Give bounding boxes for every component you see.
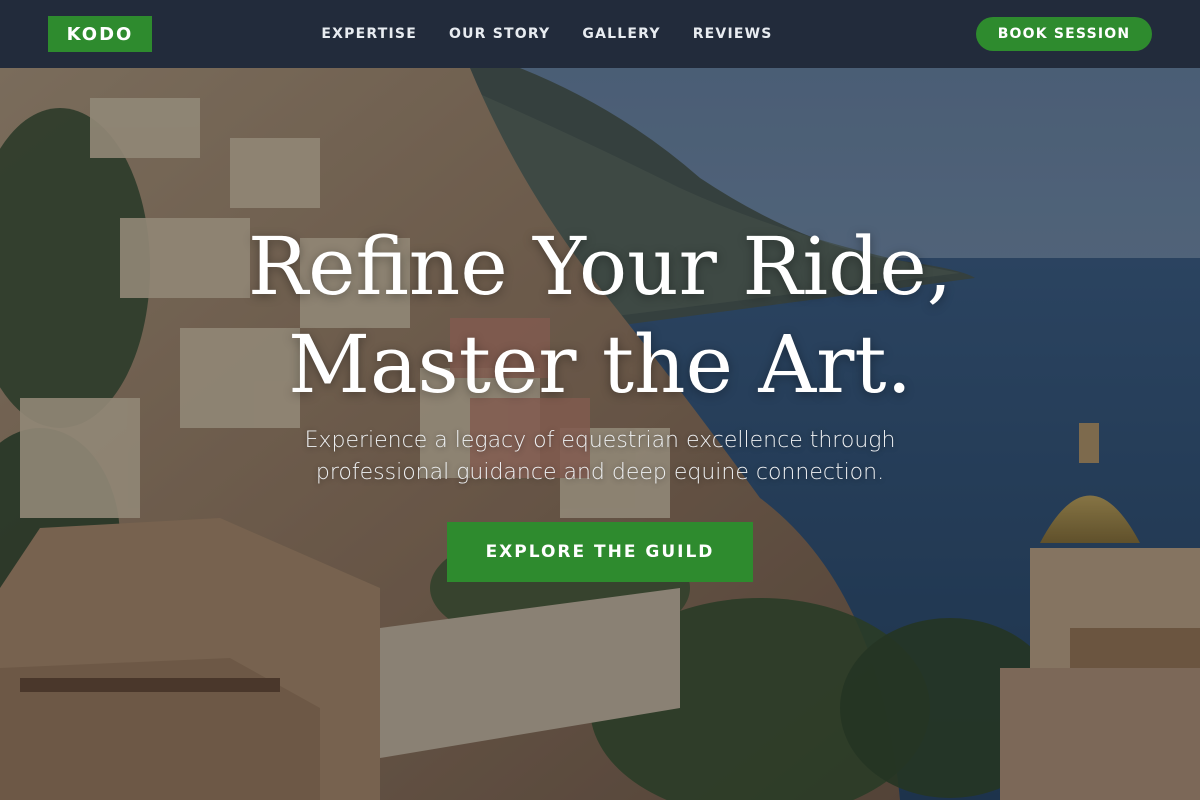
nav-link-expertise[interactable]: EXPERTISE <box>321 26 417 42</box>
nav-link-our-story[interactable]: OUR STORY <box>449 26 550 42</box>
nav-link-gallery[interactable]: GALLERY <box>582 26 660 42</box>
hero-section: Refine Your Ride, Master the Art. Experi… <box>0 68 1200 800</box>
hero-title-line-2: Master the Art. <box>288 318 912 411</box>
logo[interactable]: KODO <box>48 16 152 52</box>
hero-content: Refine Your Ride, Master the Art. Experi… <box>0 68 1200 800</box>
main-nav: EXPERTISE OUR STORY GALLERY REVIEWS <box>321 26 772 42</box>
nav-link-reviews[interactable]: REVIEWS <box>693 26 773 42</box>
hero-title-line-1: Refine Your Ride, <box>247 220 953 313</box>
navbar: KODO EXPERTISE OUR STORY GALLERY REVIEWS… <box>0 0 1200 68</box>
hero-subtitle: Experience a legacy of equestrian excell… <box>200 425 1000 489</box>
explore-guild-button[interactable]: EXPLORE THE GUILD <box>447 522 753 582</box>
hero-subtitle-line-1: Experience a legacy of equestrian excell… <box>304 428 896 453</box>
hero-subtitle-line-2: professional guidance and deep equine co… <box>315 460 885 485</box>
book-session-button[interactable]: BOOK SESSION <box>976 17 1152 51</box>
hero-title: Refine Your Ride, Master the Art. <box>100 218 1100 414</box>
